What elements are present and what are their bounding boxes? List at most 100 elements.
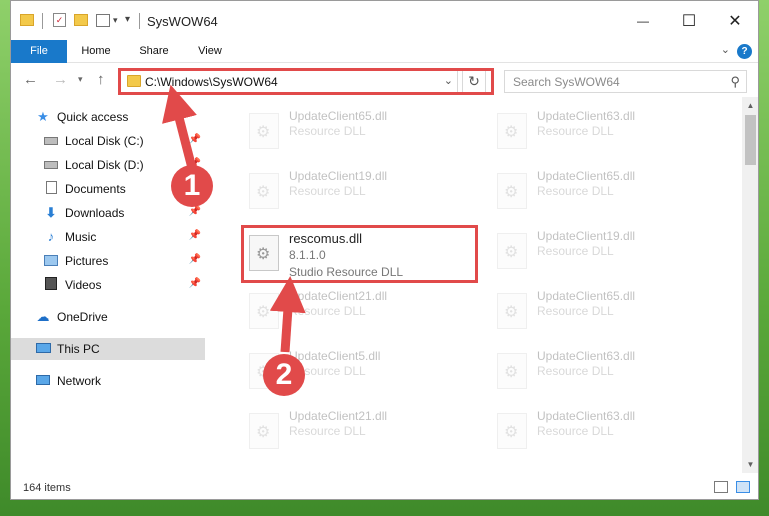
pin-icon[interactable]: 📌: [189, 206, 201, 217]
pictures-icon: [43, 253, 59, 269]
dll-file-icon: [497, 293, 527, 329]
cloud-icon: ☁: [36, 309, 50, 324]
highlight-address-box: [118, 68, 494, 95]
file-item[interactable]: UpdateClient19.dll Resource DLL: [241, 163, 481, 215]
pin-icon[interactable]: 📌: [189, 230, 201, 241]
up-button[interactable]: ↑: [97, 71, 105, 88]
sidebar-item-pictures[interactable]: Pictures 📌: [11, 250, 205, 272]
sidebar-item-label: Music: [65, 230, 97, 244]
highlight-file-box: [241, 225, 478, 283]
file-item[interactable]: UpdateClient21.dll Resource DLL: [241, 283, 481, 335]
file-type: Resource DLL: [537, 244, 614, 258]
sidebar-item-label: Pictures: [65, 254, 109, 268]
file-name: UpdateClient19.dll: [289, 169, 388, 183]
file-type: Resource DLL: [289, 304, 366, 318]
rename-icon[interactable]: [96, 14, 110, 27]
tab-share[interactable]: Share: [129, 40, 179, 63]
music-icon: ♪: [47, 229, 55, 244]
file-item[interactable]: UpdateClient21.dll Resource DLL: [241, 403, 481, 455]
file-item[interactable]: UpdateClient65.dll Resource DLL: [241, 103, 481, 155]
large-icons-view-icon[interactable]: [736, 481, 750, 493]
documents-icon: [43, 181, 59, 197]
separator: [42, 13, 43, 29]
step-2-badge: 2: [263, 354, 305, 396]
tab-home[interactable]: Home: [71, 40, 121, 63]
help-button[interactable]: ?: [737, 44, 752, 59]
sidebar-item-label: Documents: [65, 182, 126, 196]
customize-toolbar-icon[interactable]: ▾: [125, 14, 130, 30]
sidebar-item-label: Local Disk (D:): [65, 158, 144, 172]
file-name: UpdateClient19.dll: [537, 229, 636, 243]
minimize-button[interactable]: —: [620, 1, 666, 40]
title-bar: ✓ ▾ ▾ SysWOW64 — ☐ ✕: [11, 1, 758, 40]
separator: [139, 13, 140, 29]
pin-icon[interactable]: 📌: [189, 134, 201, 145]
videos-icon: [43, 277, 59, 293]
file-type: Resource DLL: [537, 124, 614, 138]
forward-button[interactable]: →: [53, 71, 68, 88]
status-bar: 164 items: [11, 473, 758, 499]
sidebar-item-label: Downloads: [65, 206, 125, 220]
expand-ribbon-icon[interactable]: ⌄: [721, 43, 730, 56]
sidebar-item-label: Network: [57, 374, 102, 388]
recent-locations-icon[interactable]: ▾: [78, 74, 83, 85]
sidebar-item-label: OneDrive: [57, 310, 108, 324]
sidebar-item-network[interactable]: Network: [11, 370, 205, 392]
network-icon: [35, 373, 51, 389]
vertical-scrollbar[interactable]: ▲ ▼: [742, 97, 758, 473]
dll-file-icon: [249, 413, 279, 449]
sidebar-item-onedrive[interactable]: ☁ OneDrive: [11, 306, 205, 328]
back-button[interactable]: ←: [23, 71, 38, 88]
sidebar-item-music[interactable]: ♪ Music 📌: [11, 226, 205, 248]
file-name: UpdateClient63.dll: [537, 409, 636, 423]
scroll-down-icon[interactable]: ▼: [742, 456, 758, 473]
file-item[interactable]: UpdateClient65.dll Resource DLL: [489, 163, 729, 215]
file-list: UpdateClient65.dll Resource DLL UpdateCl…: [221, 97, 742, 473]
file-type: Resource DLL: [537, 424, 614, 438]
step-1-badge: 1: [171, 165, 213, 207]
sidebar-item-label: Videos: [65, 278, 102, 292]
properties-icon[interactable]: ✓: [53, 13, 66, 27]
navigation-bar: ← → ▾ ↑ C:\Windows\SysWOW64 ⌄ ↻ Search S…: [11, 63, 758, 97]
file-name: UpdateClient63.dll: [537, 349, 636, 363]
sidebar-item-downloads[interactable]: ⬇ Downloads 📌: [11, 202, 205, 224]
scroll-thumb[interactable]: [745, 115, 756, 165]
tab-view[interactable]: View: [185, 40, 235, 63]
drive-icon: [43, 133, 59, 149]
star-icon: ★: [37, 109, 49, 124]
sidebar-item-quick-access[interactable]: ★ Quick access: [11, 106, 205, 128]
window-title: SysWOW64: [147, 14, 218, 29]
file-type: Resource DLL: [289, 424, 366, 438]
file-item[interactable]: UpdateClient63.dll Resource DLL: [489, 103, 729, 155]
dll-file-icon: [497, 173, 527, 209]
file-name: UpdateClient21.dll: [289, 409, 388, 423]
sidebar-item-this-pc[interactable]: This PC: [11, 338, 205, 360]
search-icon[interactable]: ⚲: [730, 74, 740, 90]
dll-file-icon: [249, 173, 279, 209]
file-item[interactable]: UpdateClient63.dll Resource DLL: [489, 403, 729, 455]
details-view-icon[interactable]: [714, 481, 728, 493]
new-folder-icon[interactable]: [74, 14, 88, 26]
search-input[interactable]: Search SysWOW64 ⚲: [504, 70, 747, 93]
chevron-down-icon[interactable]: ▾: [113, 15, 118, 31]
dll-file-icon: [497, 233, 527, 269]
sidebar-item-videos[interactable]: Videos 📌: [11, 274, 205, 296]
file-item[interactable]: UpdateClient19.dll Resource DLL: [489, 223, 729, 275]
dll-file-icon: [249, 293, 279, 329]
sidebar-item-local-disk-c[interactable]: Local Disk (C:) 📌: [11, 130, 205, 152]
dll-file-icon: [497, 113, 527, 149]
scroll-up-icon[interactable]: ▲: [742, 97, 758, 114]
drive-icon: [43, 157, 59, 173]
file-name: UpdateClient65.dll: [537, 289, 636, 303]
folder-icon: [20, 14, 34, 26]
close-button[interactable]: ✕: [712, 1, 758, 40]
file-item[interactable]: UpdateClient65.dll Resource DLL: [489, 283, 729, 335]
dll-file-icon: [497, 353, 527, 389]
pin-icon[interactable]: 📌: [189, 278, 201, 289]
explorer-window: ✓ ▾ ▾ SysWOW64 — ☐ ✕ File Home Share Vie…: [10, 0, 759, 500]
item-count: 164 items: [23, 482, 71, 494]
pin-icon[interactable]: 📌: [189, 254, 201, 265]
file-item[interactable]: UpdateClient63.dll Resource DLL: [489, 343, 729, 395]
file-type: Resource DLL: [289, 184, 366, 198]
maximize-button[interactable]: ☐: [666, 1, 712, 40]
